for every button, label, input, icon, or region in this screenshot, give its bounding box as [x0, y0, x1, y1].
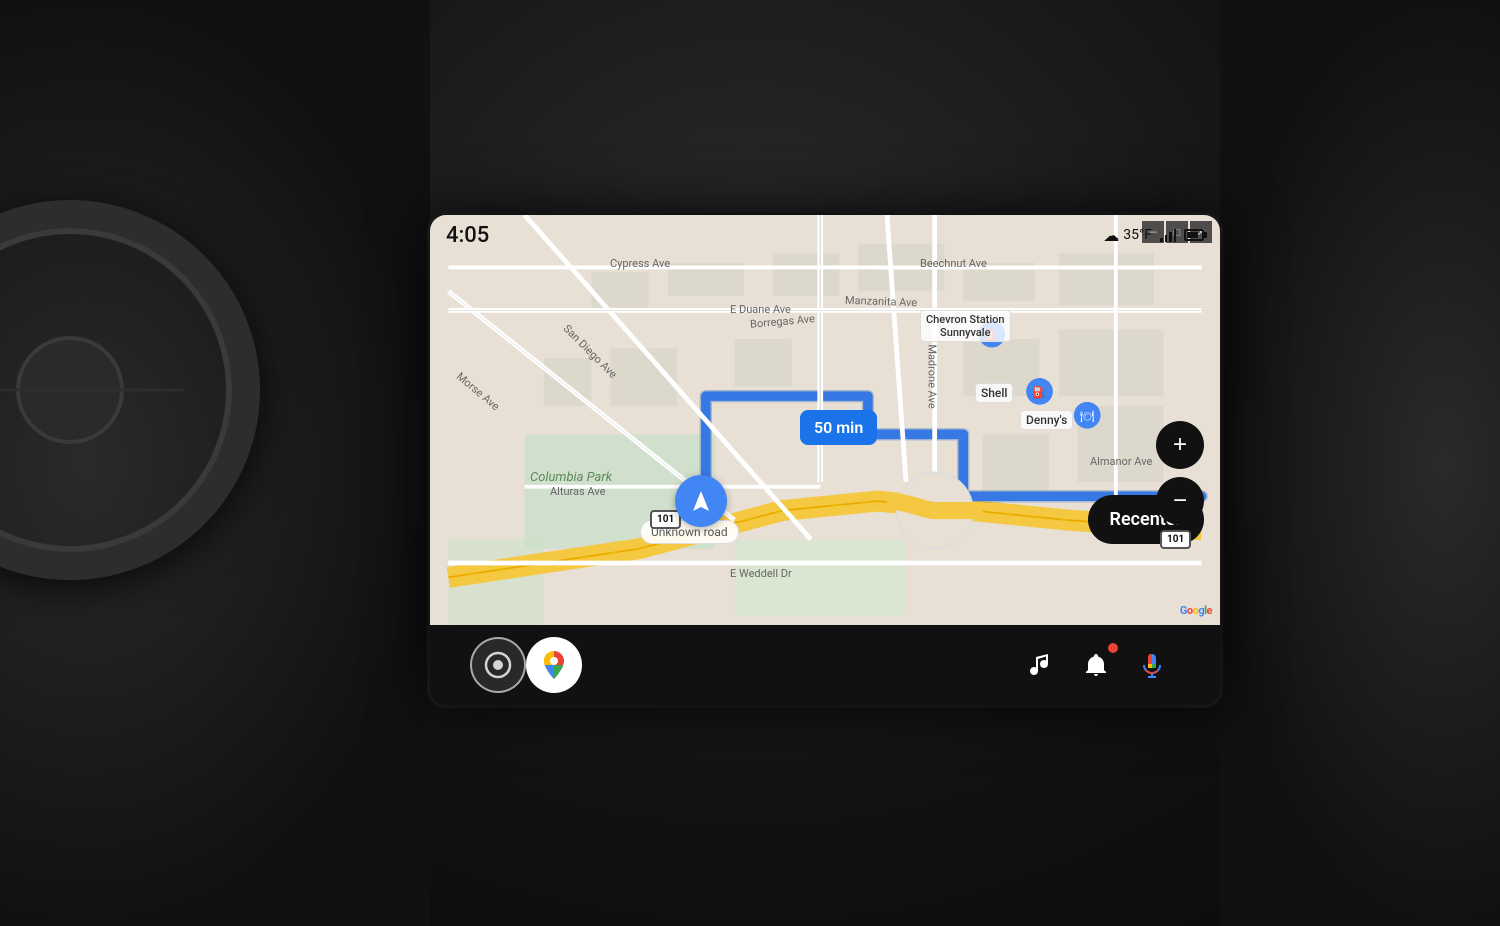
cloud-icon: ☁ [1103, 226, 1119, 245]
assistant-nav-button[interactable] [1124, 637, 1180, 693]
svg-text:🍽: 🍽 [1080, 409, 1095, 423]
music-icon [1026, 651, 1054, 679]
zoom-out-button[interactable]: − [1156, 477, 1204, 525]
zoom-in-button[interactable]: + [1156, 421, 1204, 469]
bg-right [1220, 0, 1500, 926]
signal-icon [1160, 228, 1176, 242]
battery-icon [1184, 229, 1204, 241]
chevron-station-label[interactable]: Chevron StationSunnyvale [920, 310, 1011, 342]
notifications-nav-button[interactable] [1068, 637, 1124, 693]
music-nav-button[interactable] [1012, 637, 1068, 693]
status-bar: 4:05 ☁ 35°F [430, 215, 1220, 255]
shell-label[interactable]: Shell [975, 383, 1013, 403]
maps-icon [536, 647, 572, 683]
dennys-label[interactable]: Denny's [1020, 410, 1073, 430]
maps-nav-button[interactable] [526, 637, 582, 693]
status-time: 4:05 [446, 223, 489, 248]
svg-text:⛽: ⛽ [1032, 385, 1046, 399]
microphone-icon [1138, 651, 1166, 679]
highway-101-badge: 101 [650, 510, 681, 529]
weather-info: ☁ 35°F [1103, 226, 1152, 245]
status-right: ☁ 35°F [1103, 226, 1204, 245]
notification-dot [1108, 643, 1118, 653]
google-logo: Google [1180, 604, 1212, 617]
beechnut-ave-label: Beechnut Ave [920, 257, 987, 270]
columbia-park-label: Columbia Park [530, 470, 612, 485]
temperature: 35°F [1123, 227, 1152, 243]
cypress-ave-label: Cypress Ave [610, 257, 670, 270]
map-area[interactable]: ⛽ ⛽ 🍽 4:05 ☁ 35°F [430, 215, 1220, 625]
bell-icon [1082, 651, 1110, 679]
zoom-controls: + − [1156, 421, 1204, 525]
almanor-ave-label: Almanor Ave [1090, 455, 1152, 468]
home-nav-button[interactable] [470, 637, 526, 693]
home-icon [483, 650, 513, 680]
bottom-nav [430, 625, 1220, 705]
eta-badge[interactable]: 50 min [800, 410, 877, 445]
manzanita-ave-label: Manzanita Ave [845, 294, 918, 310]
navigation-arrow [675, 475, 727, 527]
alturas-ave-label: Alturas Ave [550, 485, 605, 498]
highway-101-badge-right: 101 [1160, 530, 1191, 549]
madrone-ave-label: Madrone Ave [926, 344, 939, 408]
screen-bezel: — □ ✕ [430, 215, 1220, 705]
e-weddell-dr-label: E Weddell Dr [730, 567, 792, 580]
